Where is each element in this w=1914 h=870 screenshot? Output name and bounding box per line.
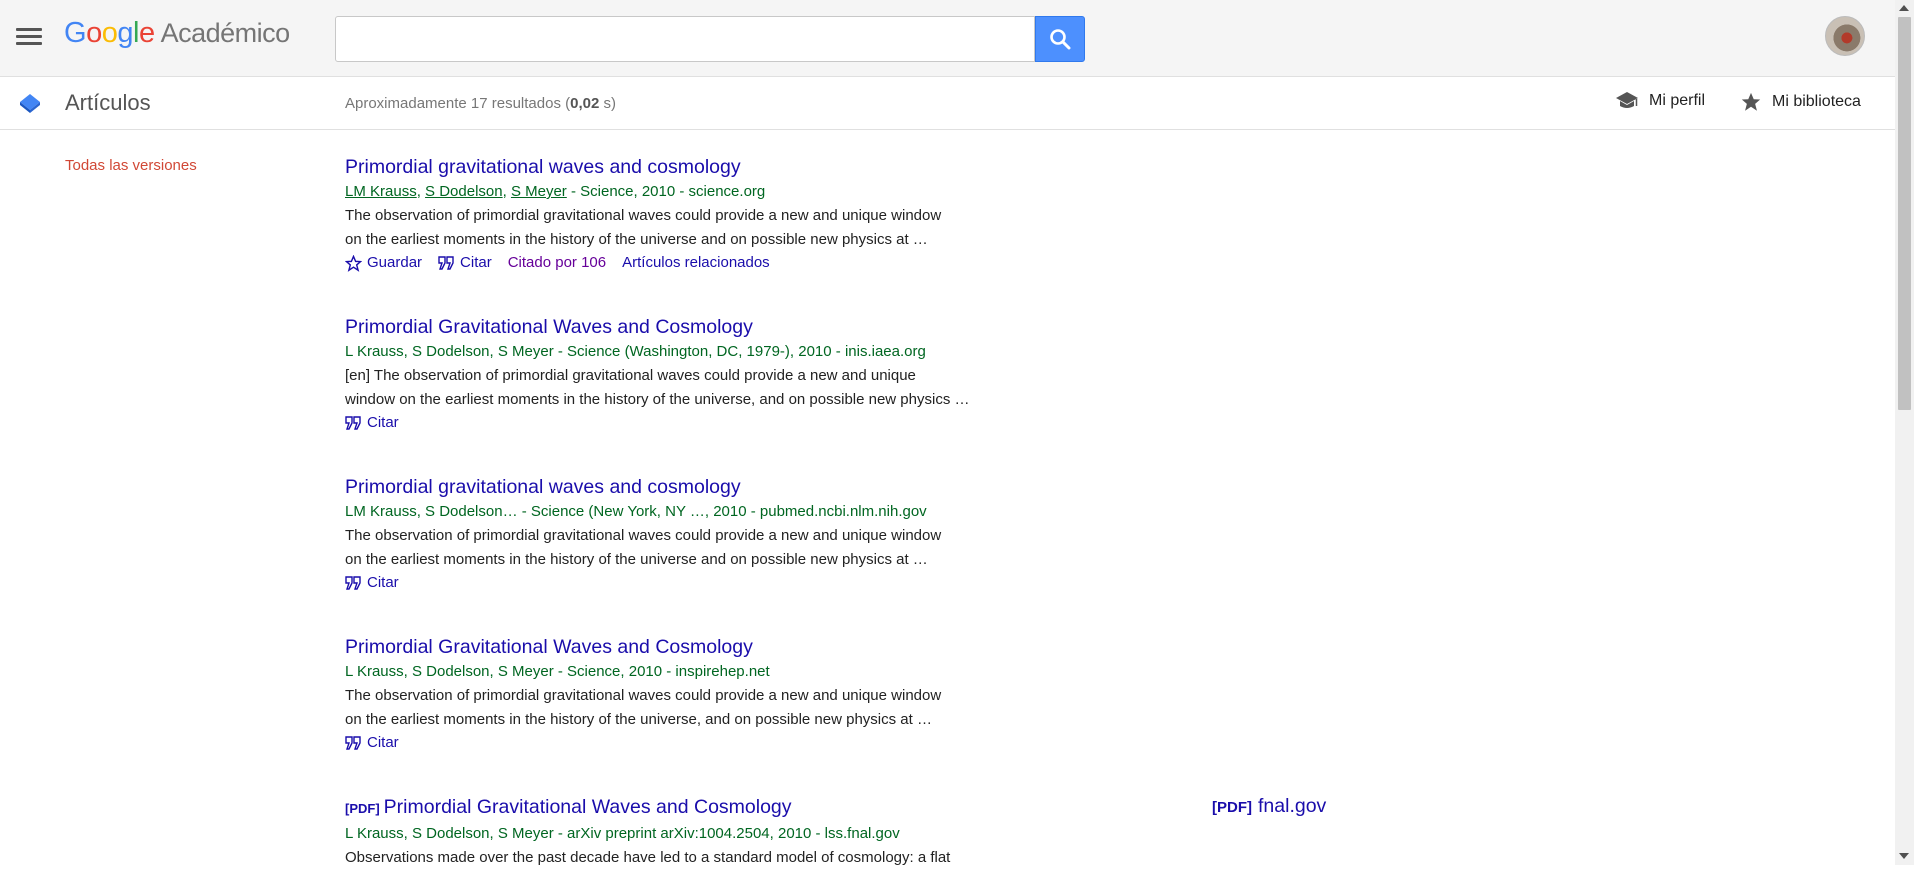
snippet-line: The observation of primordial gravitatio… <box>345 207 942 224</box>
snippet-line: The observation of primordial gravitatio… <box>345 687 942 704</box>
snippet-line: on the earliest moments in the history o… <box>345 231 928 248</box>
quote-icon <box>345 576 361 590</box>
result-title[interactable]: Primordial Gravitational Waves and Cosmo… <box>345 315 1025 339</box>
scrollbar[interactable] <box>1895 0 1914 865</box>
result-actions: Citar <box>345 413 1025 433</box>
cite-label: Citar <box>367 734 399 751</box>
snippet-line: [en] The observation of primordial gravi… <box>345 367 916 384</box>
save-button[interactable]: Guardar <box>345 253 422 273</box>
sub-header: Artículos Aproximadamente 17 resultados … <box>0 77 1895 130</box>
cite-button[interactable]: Citar <box>345 573 399 593</box>
graduation-cap-icon <box>1616 92 1638 108</box>
result-title[interactable]: Primordial gravitational waves and cosmo… <box>345 475 1025 499</box>
result-snippet: The observation of primordial gravitatio… <box>345 524 1025 572</box>
cite-label: Citar <box>367 574 399 591</box>
cite-label: Citar <box>460 254 492 271</box>
logo-letter: o <box>86 17 102 49</box>
result-snippet: [en] The observation of primordial gravi… <box>345 364 1025 412</box>
quote-icon <box>345 736 361 750</box>
logo-letter: e <box>138 17 155 49</box>
my-profile-link[interactable]: Mi perfil <box>1615 91 1705 111</box>
result-item: Primordial Gravitational Waves and Cosmo… <box>345 635 1025 753</box>
author-link[interactable]: LM Krauss <box>345 183 417 200</box>
result-title[interactable]: [PDF] Primordial Gravitational Waves and … <box>345 795 1025 821</box>
result-meta: L Krauss, S Dodelson, S Meyer - Science,… <box>345 663 770 680</box>
result-meta: L Krauss, S Dodelson, S Meyer - arXiv pr… <box>345 825 900 842</box>
menu-icon[interactable] <box>12 22 46 52</box>
star-icon <box>1741 92 1761 111</box>
pdf-domain: fnal.gov <box>1258 795 1327 817</box>
result-meta: LM Krauss, S Dodelson, S Meyer - Science… <box>345 183 766 200</box>
author-link[interactable]: S Dodelson <box>425 183 503 200</box>
snippet-line: The observation of primordial gravitatio… <box>345 527 942 544</box>
result-meta: L Krauss, S Dodelson, S Meyer - Science … <box>345 343 926 360</box>
save-label: Guardar <box>367 254 423 271</box>
logo-letter: o <box>101 17 118 49</box>
section-title: Artículos <box>65 90 151 115</box>
logo-letter: g <box>117 17 133 49</box>
cited-by-link[interactable]: Citado por 106 <box>508 253 606 273</box>
result-title-text: Primordial Gravitational Waves and Cosmo… <box>383 796 792 818</box>
articles-icon <box>20 94 40 113</box>
author-link[interactable]: S Meyer <box>511 183 567 200</box>
result-stats: Aproximadamente 17 resultados (0,02 s) <box>345 95 616 112</box>
result-item: Primordial gravitational waves and cosmo… <box>345 475 1025 593</box>
logo-product: Académico <box>160 18 291 48</box>
quote-icon <box>345 416 361 430</box>
result-source: - Science, 2010 - science.org <box>566 183 766 200</box>
snippet-line: on the earliest moments in the history o… <box>345 551 928 568</box>
result-snippet: Observations made over the past decade h… <box>345 846 1025 870</box>
pdf-side-link[interactable]: [PDF] fnal.gov <box>1212 795 1326 818</box>
result-actions: Guardar Citar Citado por 106 Artículos r… <box>345 253 1025 273</box>
stats-suffix: s) <box>599 95 616 112</box>
result-snippet: The observation of primordial gravitatio… <box>345 204 1025 252</box>
snippet-line: window on the earliest moments in the hi… <box>345 391 970 408</box>
result-item: Primordial gravitational waves and cosmo… <box>345 155 1025 273</box>
pdf-tag: [PDF] <box>345 801 380 816</box>
scroll-up-arrow[interactable] <box>1899 5 1909 11</box>
all-versions-link[interactable]: Todas las versiones <box>65 157 197 174</box>
cite-button[interactable]: Citar <box>345 733 399 753</box>
result-meta: LM Krauss, S Dodelson… - Science (New Yo… <box>345 503 927 520</box>
result-snippet: The observation of primordial gravitatio… <box>345 684 1025 732</box>
my-library-link[interactable]: Mi biblioteca <box>1740 91 1861 113</box>
pdf-tag: [PDF] <box>1212 799 1252 816</box>
search-button[interactable] <box>1035 16 1085 62</box>
result-actions: Citar <box>345 573 1025 593</box>
snippet-line: Observations made over the past decade h… <box>345 849 951 866</box>
top-bar: Google Académico <box>0 0 1895 77</box>
my-library-label: Mi biblioteca <box>1772 93 1861 110</box>
search-input[interactable] <box>335 16 1035 62</box>
star-outline-icon <box>345 254 362 272</box>
scroll-down-arrow[interactable] <box>1899 853 1909 859</box>
result-item: [PDF] Primordial Gravitational Waves and … <box>345 795 1025 870</box>
cite-button[interactable]: Citar <box>438 253 492 273</box>
my-profile-label: Mi perfil <box>1649 92 1706 109</box>
snippet-line: on the earliest moments in the history o… <box>345 711 932 728</box>
cite-button[interactable]: Citar <box>345 413 399 433</box>
result-title[interactable]: Primordial Gravitational Waves and Cosmo… <box>345 635 1025 659</box>
search-icon <box>1050 29 1071 50</box>
logo-letter: G <box>64 17 87 49</box>
quote-icon <box>438 256 454 270</box>
stats-time: 0,02 <box>570 95 600 112</box>
logo[interactable]: Google Académico <box>64 17 290 50</box>
scroll-thumb[interactable] <box>1898 17 1911 410</box>
cite-label: Citar <box>367 414 399 431</box>
result-item: Primordial Gravitational Waves and Cosmo… <box>345 315 1025 433</box>
stats-prefix: Aproximadamente 17 resultados ( <box>345 95 571 112</box>
result-title[interactable]: Primordial gravitational waves and cosmo… <box>345 155 1025 179</box>
result-actions: Citar <box>345 733 1025 753</box>
avatar[interactable] <box>1825 16 1865 56</box>
related-articles-link[interactable]: Artículos relacionados <box>622 253 770 273</box>
